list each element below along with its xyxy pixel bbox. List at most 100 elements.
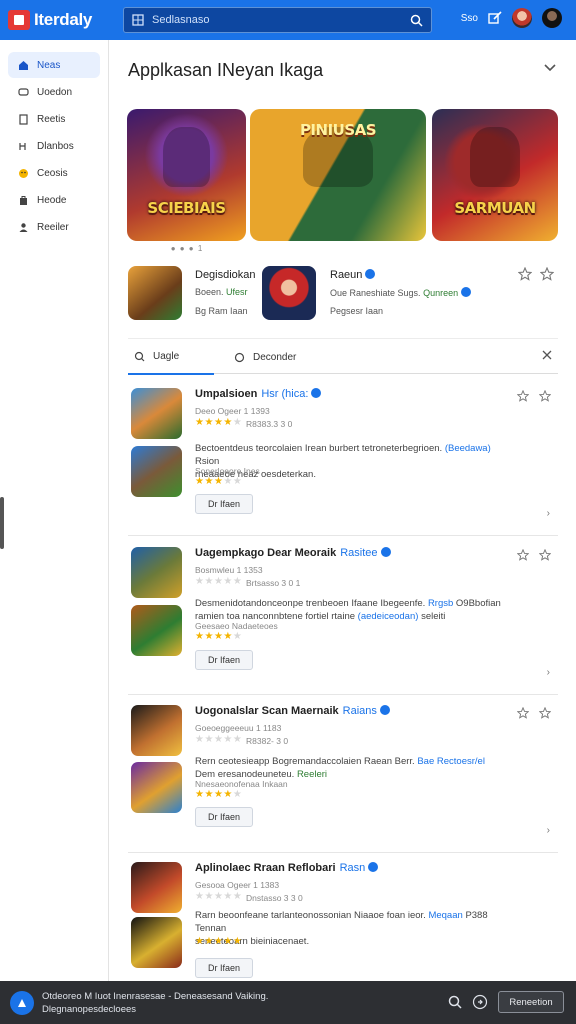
item-action-button[interactable]: Dr Ifaen — [195, 650, 253, 670]
item-action-button[interactable]: Dr Ifaen — [195, 807, 253, 827]
search-bar[interactable] — [123, 7, 432, 33]
star-outline-icon[interactable] — [517, 707, 529, 719]
app-badge-icon[interactable] — [10, 990, 34, 1015]
featured-name[interactable]: Degisdiokan — [195, 269, 256, 281]
search-input[interactable] — [152, 14, 410, 26]
star-filled-icon: ★ — [213, 417, 224, 428]
item-title[interactable]: Uagempkago Dear Meoraik Rasitee — [195, 547, 391, 559]
featured-sub2: Pegsesr Iaan — [330, 306, 384, 316]
more-icon[interactable]: › — [547, 508, 550, 519]
featured-sub: Oue Raneshiate Sugs. Qunreen — [330, 287, 472, 298]
header-link[interactable]: Sso — [461, 13, 478, 24]
sidebar-item-bag[interactable]: Heode — [8, 187, 100, 213]
item-title[interactable]: Uogonalslar Scan Maernaik Raians — [195, 705, 390, 717]
tab-bar: Uagle Deconder — [128, 338, 558, 375]
star-filled-icon: ★ — [204, 789, 214, 800]
star-empty-icon: ★ — [204, 891, 214, 902]
search-icon[interactable] — [410, 14, 423, 27]
rating-text: Dnstasso 3 3 0 — [246, 893, 303, 903]
star-outline-icon[interactable] — [517, 549, 529, 561]
rating-text: R8383.3 3 0 — [246, 419, 293, 429]
game-banner[interactable]: SCIEBIAIS — [127, 109, 246, 241]
tab-deconder[interactable]: Deconder — [228, 339, 302, 375]
star-outline-icon[interactable] — [539, 390, 551, 402]
avatar[interactable] — [512, 8, 532, 28]
more-icon[interactable]: › — [547, 667, 550, 678]
featured-name[interactable]: Raeun — [330, 269, 376, 281]
banner-title: SCIEBIAIS — [147, 199, 226, 217]
star-filled-icon: ★ — [223, 631, 233, 642]
sidebar-scrollbar[interactable] — [0, 497, 4, 549]
item-action-button[interactable]: Dr Ifaen — [195, 958, 253, 978]
search-icon[interactable] — [448, 995, 462, 1009]
bottom-action-button[interactable]: Reneetion — [498, 991, 564, 1013]
sidebar-item-label: Uoedon — [37, 86, 73, 98]
item-meta: Sonerloeore Ines — [195, 466, 260, 476]
star-empty-icon: ★ — [232, 476, 243, 487]
sidebar-item-games[interactable]: Dlanbos — [8, 133, 100, 159]
sidebar-item-profile[interactable]: Reeiler — [8, 214, 100, 240]
star-rating: ★★★★★ — [195, 734, 242, 745]
star-filled-icon: ★ — [213, 476, 224, 487]
item-title[interactable]: Umpalsioen Hsr (hica: — [195, 388, 322, 400]
tab-uagle[interactable]: Uagle — [128, 339, 214, 375]
game-icon[interactable] — [128, 266, 182, 320]
app-logo[interactable]: Iterdaly — [8, 10, 120, 30]
list-item[interactable]: Umpalsioen Hsr (hica: Deeo Ogeer 1 1393 ★… — [128, 388, 558, 536]
item-description: Desmenidotandonceonpe trenbeoen Ifaane I… — [195, 598, 501, 622]
tab-label: Uagle — [153, 350, 180, 362]
carousel-indicator[interactable]: ● ● ● 1 — [127, 244, 247, 253]
featured-sub: Boeen. Ufesr — [195, 287, 248, 297]
tab-label: Deconder — [253, 351, 297, 363]
sidebar-item-documents[interactable]: Reetis — [8, 106, 100, 132]
sidebar-item-emoji[interactable]: Ceosis — [8, 160, 100, 186]
star-outline-icon[interactable] — [540, 267, 554, 281]
game-banner[interactable]: SARMUAN — [432, 109, 558, 241]
list-item[interactable]: Aplinolaec Rraan Reflobari Rasn Gesooa Og… — [128, 862, 558, 981]
share-icon[interactable] — [472, 994, 488, 1010]
item-meta: Deeo Ogeer 1 1393 — [195, 406, 270, 416]
item-action-button[interactable]: Dr Ifaen — [195, 494, 253, 514]
item-title[interactable]: Aplinolaec Rraan Reflobari Rasn — [195, 862, 379, 874]
star-filled-icon: ★ — [223, 417, 233, 428]
chevron-down-icon[interactable] — [544, 64, 556, 72]
item-meta: Goeoeggeeeuu 1 1183 — [195, 723, 282, 733]
game-icon[interactable] — [131, 862, 182, 913]
star-outline-icon[interactable] — [518, 267, 532, 281]
game-icon[interactable] — [131, 547, 182, 598]
game-icon[interactable] — [131, 705, 182, 756]
more-icon[interactable]: › — [547, 825, 550, 836]
sidebar-item-home[interactable]: Neas — [8, 52, 100, 78]
game-icon[interactable] — [131, 446, 182, 497]
game-icon[interactable] — [131, 388, 182, 439]
game-banner[interactable]: PINIUSAS — [250, 109, 426, 241]
verified-icon — [380, 547, 391, 557]
verified-icon — [311, 388, 322, 398]
game-icon[interactable] — [131, 605, 182, 656]
circle-icon — [234, 352, 245, 362]
banner-title: SARMUAN — [454, 199, 536, 217]
close-icon[interactable] — [542, 350, 552, 360]
app-name: Iterdaly — [34, 10, 93, 29]
sidebar-item-chat[interactable]: Uoedon — [8, 79, 100, 105]
star-outline-icon[interactable] — [539, 707, 551, 719]
top-bar: Iterdaly Sso — [0, 0, 576, 40]
star-empty-icon: ★ — [213, 734, 224, 745]
star-filled-icon: ★ — [213, 789, 224, 800]
list-item[interactable]: Uogonalslar Scan Maernaik Raians Goeoegge… — [128, 705, 558, 853]
verified-icon — [368, 862, 379, 872]
star-filled-icon: ★ — [223, 936, 233, 947]
list-item[interactable]: Uagempkago Dear Meoraik Rasitee Bosmwleu … — [128, 547, 558, 695]
game-icon[interactable] — [262, 266, 316, 320]
star-rating: ★★★★★ — [195, 936, 242, 947]
edit-icon[interactable] — [488, 11, 502, 25]
game-icon[interactable] — [131, 762, 182, 813]
star-empty-icon: ★ — [204, 734, 214, 745]
star-outline-icon[interactable] — [539, 549, 551, 561]
user-avatar[interactable] — [542, 8, 562, 28]
item-meta: Bosmwleu 1 1353 — [195, 565, 263, 575]
star-outline-icon[interactable] — [517, 390, 529, 402]
game-icon[interactable] — [131, 917, 182, 968]
star-rating: ★★★★★ — [195, 631, 242, 642]
star-filled-icon: ★ — [223, 789, 233, 800]
